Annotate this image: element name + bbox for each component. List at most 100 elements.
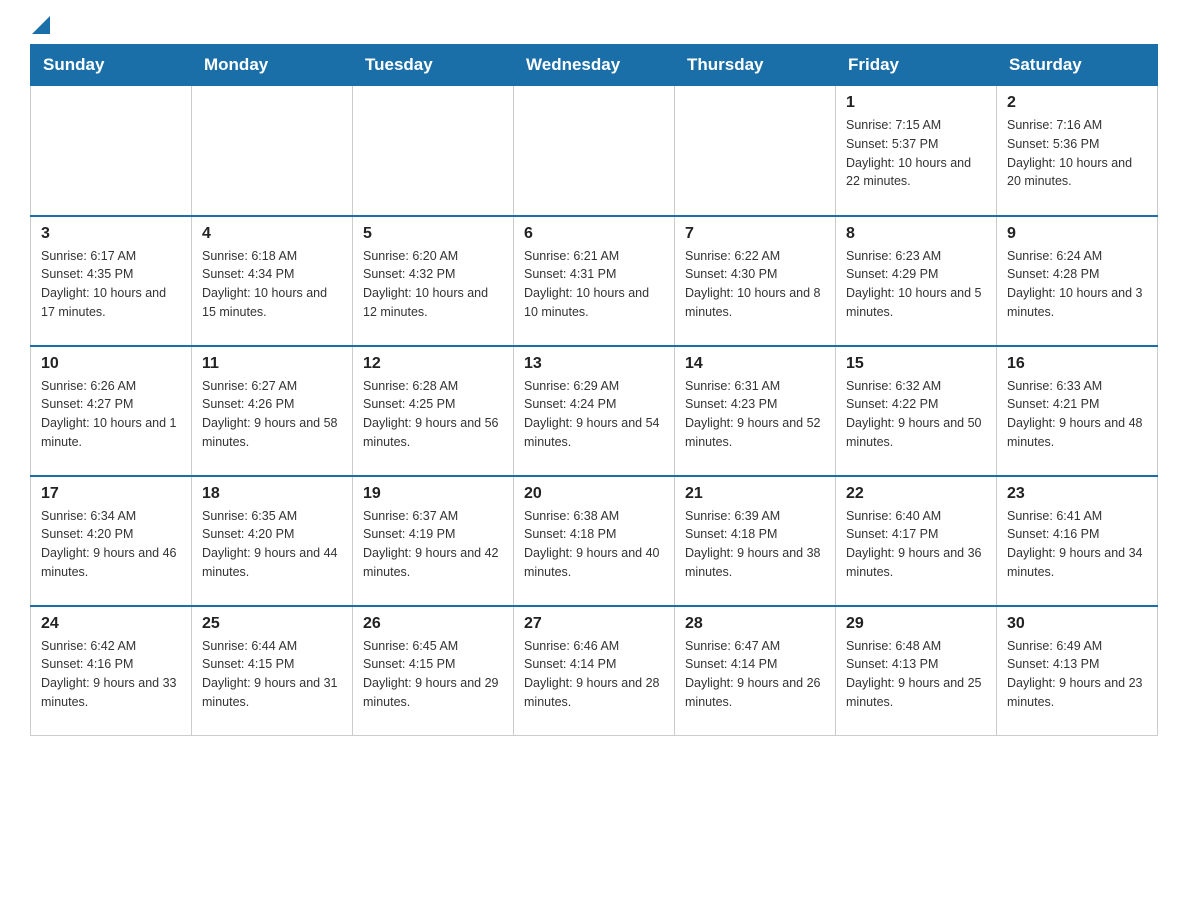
day-info: Sunrise: 6:40 AM Sunset: 4:17 PM Dayligh… bbox=[846, 507, 986, 582]
calendar-cell: 19Sunrise: 6:37 AM Sunset: 4:19 PM Dayli… bbox=[353, 476, 514, 606]
calendar-cell: 5 Sunrise: 6:20 AM Sunset: 4:32 PM Daylig… bbox=[353, 216, 514, 346]
day-number: 6 bbox=[524, 225, 664, 243]
day-info: Sunrise: 6:27 AM Sunset: 4:26 PM Dayligh… bbox=[202, 377, 342, 452]
day-info: Sunrise: 6:24 AM Sunset: 4:28 PM Dayligh… bbox=[1007, 247, 1147, 322]
day-number: 20 bbox=[524, 485, 664, 503]
day-info: Sunrise: 6:17 AM Sunset: 4:35 PM Dayligh… bbox=[41, 247, 181, 322]
day-number: 22 bbox=[846, 485, 986, 503]
calendar-cell: 4 Sunrise: 6:18 AM Sunset: 4:34 PM Daylig… bbox=[192, 216, 353, 346]
calendar-table: SundayMondayTuesdayWednesdayThursdayFrid… bbox=[30, 44, 1158, 736]
day-info: Sunrise: 6:42 AM Sunset: 4:16 PM Dayligh… bbox=[41, 637, 181, 712]
calendar-week-row: 1 Sunrise: 7:15 AM Sunset: 5:37 PM Daylig… bbox=[31, 86, 1158, 216]
day-info: Sunrise: 6:34 AM Sunset: 4:20 PM Dayligh… bbox=[41, 507, 181, 582]
day-info: Sunrise: 6:18 AM Sunset: 4:34 PM Dayligh… bbox=[202, 247, 342, 322]
logo bbox=[30, 20, 50, 34]
calendar-cell: 7 Sunrise: 6:22 AM Sunset: 4:30 PM Daylig… bbox=[675, 216, 836, 346]
weekday-header-thursday: Thursday bbox=[675, 45, 836, 86]
day-number: 15 bbox=[846, 355, 986, 373]
calendar-cell: 12Sunrise: 6:28 AM Sunset: 4:25 PM Dayli… bbox=[353, 346, 514, 476]
calendar-cell: 27Sunrise: 6:46 AM Sunset: 4:14 PM Dayli… bbox=[514, 606, 675, 736]
calendar-cell bbox=[192, 86, 353, 216]
calendar-cell: 13 Sunrise: 6:29 AM Sunset: 4:24 PM Dayli… bbox=[514, 346, 675, 476]
weekday-header-monday: Monday bbox=[192, 45, 353, 86]
calendar-cell: 1 Sunrise: 7:15 AM Sunset: 5:37 PM Daylig… bbox=[836, 86, 997, 216]
calendar-cell bbox=[514, 86, 675, 216]
calendar-cell: 30 Sunrise: 6:49 AM Sunset: 4:13 PM Dayli… bbox=[997, 606, 1158, 736]
calendar-week-row: 3 Sunrise: 6:17 AM Sunset: 4:35 PM Daylig… bbox=[31, 216, 1158, 346]
calendar-cell bbox=[353, 86, 514, 216]
day-number: 17 bbox=[41, 485, 181, 503]
day-number: 7 bbox=[685, 225, 825, 243]
day-info: Sunrise: 6:45 AM Sunset: 4:15 PM Dayligh… bbox=[363, 637, 503, 712]
day-info: Sunrise: 7:15 AM Sunset: 5:37 PM Dayligh… bbox=[846, 116, 986, 191]
day-number: 28 bbox=[685, 615, 825, 633]
weekday-header-saturday: Saturday bbox=[997, 45, 1158, 86]
day-info: Sunrise: 6:44 AM Sunset: 4:15 PM Dayligh… bbox=[202, 637, 342, 712]
calendar-cell: 26 Sunrise: 6:45 AM Sunset: 4:15 PM Dayli… bbox=[353, 606, 514, 736]
day-number: 9 bbox=[1007, 225, 1147, 243]
day-number: 25 bbox=[202, 615, 342, 633]
calendar-cell: 17 Sunrise: 6:34 AM Sunset: 4:20 PM Dayli… bbox=[31, 476, 192, 606]
calendar-cell: 10Sunrise: 6:26 AM Sunset: 4:27 PM Dayli… bbox=[31, 346, 192, 476]
calendar-week-row: 10Sunrise: 6:26 AM Sunset: 4:27 PM Dayli… bbox=[31, 346, 1158, 476]
day-info: Sunrise: 6:33 AM Sunset: 4:21 PM Dayligh… bbox=[1007, 377, 1147, 452]
calendar-cell: 11 Sunrise: 6:27 AM Sunset: 4:26 PM Dayli… bbox=[192, 346, 353, 476]
calendar-cell: 14 Sunrise: 6:31 AM Sunset: 4:23 PM Dayli… bbox=[675, 346, 836, 476]
calendar-cell: 15 Sunrise: 6:32 AM Sunset: 4:22 PM Dayli… bbox=[836, 346, 997, 476]
calendar-cell: 3 Sunrise: 6:17 AM Sunset: 4:35 PM Daylig… bbox=[31, 216, 192, 346]
day-number: 2 bbox=[1007, 94, 1147, 112]
day-number: 1 bbox=[846, 94, 986, 112]
day-number: 3 bbox=[41, 225, 181, 243]
day-number: 16 bbox=[1007, 355, 1147, 373]
day-info: Sunrise: 6:20 AM Sunset: 4:32 PM Dayligh… bbox=[363, 247, 503, 322]
day-number: 12 bbox=[363, 355, 503, 373]
weekday-header-tuesday: Tuesday bbox=[353, 45, 514, 86]
calendar-cell: 22 Sunrise: 6:40 AM Sunset: 4:17 PM Dayli… bbox=[836, 476, 997, 606]
page-header bbox=[30, 20, 1158, 34]
day-number: 24 bbox=[41, 615, 181, 633]
day-number: 21 bbox=[685, 485, 825, 503]
day-number: 18 bbox=[202, 485, 342, 503]
day-info: Sunrise: 6:35 AM Sunset: 4:20 PM Dayligh… bbox=[202, 507, 342, 582]
day-number: 30 bbox=[1007, 615, 1147, 633]
day-number: 23 bbox=[1007, 485, 1147, 503]
day-number: 26 bbox=[363, 615, 503, 633]
calendar-cell: 8 Sunrise: 6:23 AM Sunset: 4:29 PM Daylig… bbox=[836, 216, 997, 346]
calendar-cell bbox=[31, 86, 192, 216]
day-info: Sunrise: 6:31 AM Sunset: 4:23 PM Dayligh… bbox=[685, 377, 825, 452]
calendar-cell: 24 Sunrise: 6:42 AM Sunset: 4:16 PM Dayli… bbox=[31, 606, 192, 736]
weekday-header-row: SundayMondayTuesdayWednesdayThursdayFrid… bbox=[31, 45, 1158, 86]
calendar-cell: 28 Sunrise: 6:47 AM Sunset: 4:14 PM Dayli… bbox=[675, 606, 836, 736]
day-number: 5 bbox=[363, 225, 503, 243]
calendar-cell: 18 Sunrise: 6:35 AM Sunset: 4:20 PM Dayli… bbox=[192, 476, 353, 606]
calendar-cell: 25 Sunrise: 6:44 AM Sunset: 4:15 PM Dayli… bbox=[192, 606, 353, 736]
day-info: Sunrise: 6:49 AM Sunset: 4:13 PM Dayligh… bbox=[1007, 637, 1147, 712]
calendar-cell: 6Sunrise: 6:21 AM Sunset: 4:31 PM Daylig… bbox=[514, 216, 675, 346]
weekday-header-sunday: Sunday bbox=[31, 45, 192, 86]
day-number: 13 bbox=[524, 355, 664, 373]
day-info: Sunrise: 6:39 AM Sunset: 4:18 PM Dayligh… bbox=[685, 507, 825, 582]
calendar-cell: 9 Sunrise: 6:24 AM Sunset: 4:28 PM Daylig… bbox=[997, 216, 1158, 346]
day-info: Sunrise: 6:41 AM Sunset: 4:16 PM Dayligh… bbox=[1007, 507, 1147, 582]
day-info: Sunrise: 6:48 AM Sunset: 4:13 PM Dayligh… bbox=[846, 637, 986, 712]
weekday-header-wednesday: Wednesday bbox=[514, 45, 675, 86]
day-info: Sunrise: 6:38 AM Sunset: 4:18 PM Dayligh… bbox=[524, 507, 664, 582]
day-number: 4 bbox=[202, 225, 342, 243]
calendar-week-row: 24 Sunrise: 6:42 AM Sunset: 4:16 PM Dayli… bbox=[31, 606, 1158, 736]
day-info: Sunrise: 6:47 AM Sunset: 4:14 PM Dayligh… bbox=[685, 637, 825, 712]
calendar-cell: 2Sunrise: 7:16 AM Sunset: 5:36 PM Daylig… bbox=[997, 86, 1158, 216]
day-info: Sunrise: 6:22 AM Sunset: 4:30 PM Dayligh… bbox=[685, 247, 825, 322]
day-number: 27 bbox=[524, 615, 664, 633]
day-number: 19 bbox=[363, 485, 503, 503]
day-number: 11 bbox=[202, 355, 342, 373]
day-info: Sunrise: 6:32 AM Sunset: 4:22 PM Dayligh… bbox=[846, 377, 986, 452]
day-info: Sunrise: 6:29 AM Sunset: 4:24 PM Dayligh… bbox=[524, 377, 664, 452]
day-info: Sunrise: 6:23 AM Sunset: 4:29 PM Dayligh… bbox=[846, 247, 986, 322]
day-number: 8 bbox=[846, 225, 986, 243]
day-info: Sunrise: 6:26 AM Sunset: 4:27 PM Dayligh… bbox=[41, 377, 181, 452]
calendar-cell: 21 Sunrise: 6:39 AM Sunset: 4:18 PM Dayli… bbox=[675, 476, 836, 606]
day-number: 29 bbox=[846, 615, 986, 633]
weekday-header-friday: Friday bbox=[836, 45, 997, 86]
calendar-body: 1 Sunrise: 7:15 AM Sunset: 5:37 PM Daylig… bbox=[31, 86, 1158, 736]
day-number: 14 bbox=[685, 355, 825, 373]
